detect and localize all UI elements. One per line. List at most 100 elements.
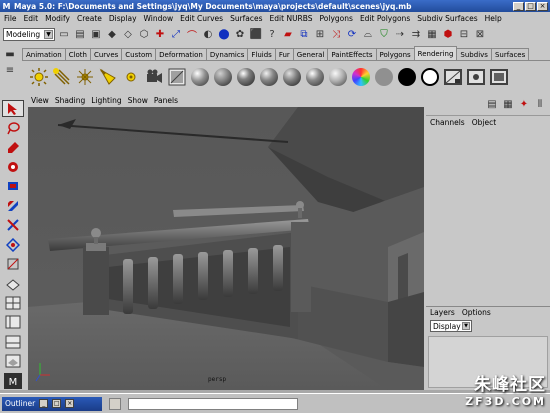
render-frame-icon[interactable]: ⬢ [441,28,455,42]
mask-handle-icon[interactable]: ✚ [153,28,167,42]
persp-graph-layout-icon[interactable] [2,333,24,350]
tab-polygons[interactable]: Polygons [375,48,415,60]
layer-type-dropdown[interactable]: Display ▼ [430,320,472,332]
phongE-shader-icon[interactable] [258,66,280,88]
minimize-button[interactable]: _ [513,1,524,11]
tab-general[interactable]: General [292,48,329,60]
use-background-icon[interactable] [396,66,418,88]
maximize-button[interactable]: □ [525,1,536,11]
tab-fur[interactable]: Fur [274,48,294,60]
menu-display[interactable]: Display [109,14,137,23]
menu-edit-curves[interactable]: Edit Curves [180,14,223,23]
render-view-icon[interactable] [442,66,464,88]
menu-window[interactable]: Window [144,14,174,23]
menu-surfaces[interactable]: Surfaces [230,14,262,23]
tab-custom[interactable]: Custom [121,48,157,60]
menu-edit-polygons[interactable]: Edit Polygons [360,14,410,23]
single-pane-layout-icon[interactable] [2,275,24,292]
spot-light-icon[interactable] [97,66,119,88]
select-tool-icon[interactable] [2,100,24,118]
tab-painteffects[interactable]: PaintEffects [327,48,377,60]
viewport-menu-view[interactable]: View [31,96,49,105]
ramp-shader-icon[interactable] [350,66,372,88]
checker-texture-icon[interactable] [327,66,349,88]
mask-deform-icon[interactable]: ⬤ [217,28,231,42]
surface-shader-icon[interactable] [373,66,395,88]
viewport-menu-lighting[interactable]: Lighting [91,96,121,105]
mask-curve-icon[interactable]: ⌒ [185,28,199,42]
select-object-icon[interactable]: ◇ [121,28,135,42]
menu-create[interactable]: Create [77,14,102,23]
attribute-editor-toggle-icon[interactable]: ▦ [501,98,515,112]
snap-plane-icon[interactable]: ⌓ [361,28,375,42]
outliner-close-button[interactable]: × [65,399,75,408]
tab-curves[interactable]: Curves [89,48,123,60]
object-menu[interactable]: Object [472,118,496,127]
anisotropic-shader-icon[interactable] [281,66,303,88]
select-component-icon[interactable]: ⬡ [137,28,151,42]
shading-group-icon[interactable] [419,66,441,88]
viewport-menu-show[interactable]: Show [128,96,148,105]
menu-edit[interactable]: Edit [24,14,39,23]
snap-point-icon[interactable]: ⟳ [345,28,359,42]
paint-select-tool-icon[interactable] [2,139,24,156]
hypershade-layout-icon[interactable] [2,352,24,369]
menu-file[interactable]: File [4,14,17,23]
tab-rendering[interactable]: Rendering [413,46,458,60]
mask-joint-icon[interactable]: ⤢ [169,28,183,42]
script-editor-button[interactable] [109,397,121,410]
viewport-menu-panels[interactable]: Panels [154,96,178,105]
hypershade-icon[interactable] [166,66,188,88]
tab-dynamics[interactable]: Dynamics [205,48,249,60]
perspective-viewport[interactable]: View Shading Lighting Show Panels persp [28,94,424,390]
phong-shader-icon[interactable] [235,66,257,88]
make-live-icon[interactable]: ⛉ [377,28,391,42]
new-scene-icon[interactable]: ▭ [57,28,71,42]
rotate-tool-icon[interactable] [2,178,24,195]
layered-shader-icon[interactable] [304,66,326,88]
persp-outliner-layout-icon[interactable] [2,314,24,331]
channel-layers-toggle-icon[interactable]: ⫴ [533,98,547,112]
viewport-menu-shading[interactable]: Shading [55,96,85,105]
tab-animation[interactable]: Animation [22,48,66,60]
command-line-input[interactable] [128,397,298,410]
batch-render-icon[interactable] [488,66,510,88]
four-pane-layout-icon[interactable] [2,294,24,311]
soft-mod-tool-icon[interactable] [2,236,24,253]
snap-curve-icon[interactable]: ⤨ [329,28,343,42]
tab-fluids[interactable]: Fluids [247,48,276,60]
ambient-light-icon[interactable] [28,66,50,88]
save-scene-icon[interactable]: ▣ [89,28,103,42]
open-scene-icon[interactable]: ▤ [73,28,87,42]
lasso-tool-icon[interactable] [2,119,24,136]
menu-polygons[interactable]: Polygons [320,14,353,23]
blinn-shader-icon[interactable] [189,66,211,88]
lock-selection-icon[interactable]: ▰ [281,28,295,42]
menu-modify[interactable]: Modify [45,14,70,23]
outliner-restore-button[interactable]: □ [52,399,62,408]
mask-render-icon[interactable]: ⬛ [249,28,263,42]
manipulator-tool-icon[interactable] [2,217,24,234]
tab-subdivs[interactable]: Subdivs [456,48,492,60]
lambert-shader-icon[interactable] [212,66,234,88]
mask-surface-icon[interactable]: ◐ [201,28,215,42]
shelf-tab-toggle-icon[interactable]: ▬ [3,47,17,61]
close-button[interactable]: × [537,1,548,11]
tab-surfaces[interactable]: Surfaces [490,48,530,60]
scale-tool-icon[interactable] [2,197,24,214]
snap-grid-icon[interactable]: ⊞ [313,28,327,42]
ipr-render-view-icon[interactable] [465,66,487,88]
tab-cloth[interactable]: Cloth [64,48,91,60]
layer-options-menu[interactable]: Options [462,308,491,317]
tool-settings-toggle-icon[interactable]: ✦ [517,98,531,112]
mask-dynamic-icon[interactable]: ✿ [233,28,247,42]
render-globals-icon[interactable]: ⊠ [473,28,487,42]
outliner-window-tab[interactable]: Outliner _ □ × [2,396,102,411]
menu-edit-nurbs[interactable]: Edit NURBS [270,14,313,23]
point-light-icon[interactable] [74,66,96,88]
move-tool-icon[interactable] [2,158,24,175]
construction-history-icon[interactable]: ▦ [425,28,439,42]
directional-light-icon[interactable] [51,66,73,88]
layers-menu[interactable]: Layers [430,308,455,317]
mode-selector[interactable]: Modeling ▼ [3,28,55,41]
